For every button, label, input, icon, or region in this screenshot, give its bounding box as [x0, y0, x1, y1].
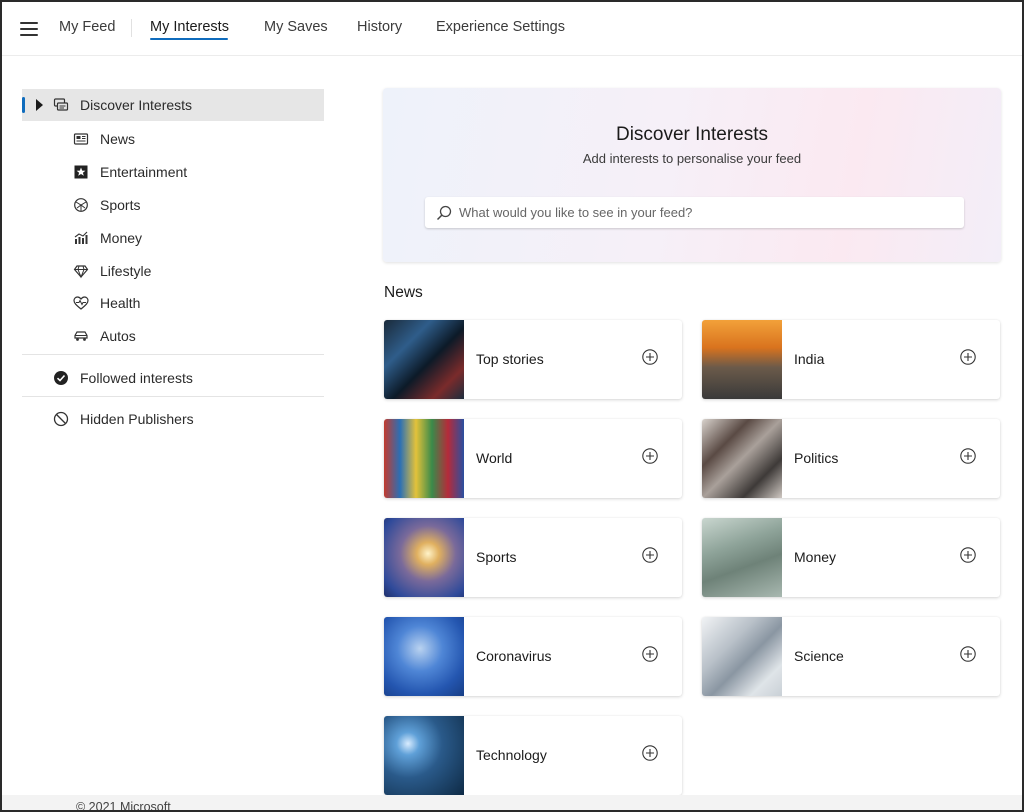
- interest-card-coronavirus[interactable]: Coronavirus: [384, 617, 682, 696]
- newspaper-icon: [73, 131, 89, 147]
- sidebar-item-label: Money: [100, 230, 143, 246]
- tab-experience-settings[interactable]: Experience Settings: [436, 19, 565, 35]
- interest-card-science[interactable]: Science: [702, 617, 1000, 696]
- add-circle-icon[interactable]: [641, 546, 659, 564]
- thumbnail-image: [702, 419, 782, 498]
- interest-card-politics[interactable]: Politics: [702, 419, 1000, 498]
- sidebar-item-followed-interests[interactable]: Followed interests: [22, 362, 324, 394]
- tab-history[interactable]: History: [357, 19, 402, 35]
- sidebar-item-label: News: [100, 131, 136, 147]
- interest-card-top-stories[interactable]: Top stories: [384, 320, 682, 399]
- add-circle-icon[interactable]: [959, 645, 977, 663]
- footer-copyright: © 2021 Microsoft: [76, 800, 171, 812]
- add-circle-icon[interactable]: [641, 348, 659, 366]
- interest-card-sports[interactable]: Sports: [384, 518, 682, 597]
- sidebar-item-label: Lifestyle: [100, 263, 152, 279]
- card-label: India: [794, 351, 825, 367]
- card-label: Money: [794, 549, 837, 565]
- sidebar-item-label: Followed interests: [80, 370, 193, 386]
- discover-hero-panel: Discover Interests Add interests to pers…: [383, 88, 1001, 262]
- diamond-icon: [73, 263, 89, 279]
- sidebar-item-label: Entertainment: [100, 164, 188, 180]
- section-heading-news: News: [384, 284, 423, 301]
- card-label: Coronavirus: [476, 648, 552, 664]
- add-circle-icon[interactable]: [641, 447, 659, 465]
- card-label: Sports: [476, 549, 517, 565]
- interest-card-technology[interactable]: Technology: [384, 716, 682, 795]
- tab-my-feed[interactable]: My Feed: [59, 19, 115, 35]
- active-tab-indicator: [150, 38, 228, 40]
- thumbnail-image: [702, 320, 782, 399]
- sidebar-item-sports[interactable]: Sports: [22, 189, 324, 221]
- sidebar-item-news[interactable]: News: [22, 123, 324, 155]
- thumbnail-image: [384, 320, 464, 399]
- hero-title: Discover Interests: [615, 124, 769, 145]
- add-circle-icon[interactable]: [959, 447, 977, 465]
- ball-icon: [73, 197, 89, 213]
- sidebar-item-label: Health: [100, 295, 141, 311]
- sidebar-item-hidden-publishers[interactable]: Hidden Publishers: [22, 403, 324, 435]
- tab-my-saves[interactable]: My Saves: [264, 19, 328, 35]
- tab-my-interests[interactable]: My Interests: [150, 19, 229, 35]
- card-label: Technology: [476, 747, 547, 763]
- card-label: Science: [794, 648, 844, 664]
- sidebar-item-label: Autos: [100, 328, 136, 344]
- interest-card-money[interactable]: Money: [702, 518, 1000, 597]
- heart-pulse-icon: [73, 295, 89, 311]
- sidebar-item-label: Discover Interests: [80, 97, 193, 113]
- sidebar-item-label: Sports: [100, 197, 141, 213]
- thumbnail-image: [384, 716, 464, 795]
- card-label: Politics: [794, 450, 839, 466]
- search-icon: [435, 204, 453, 222]
- checkmark-circle-icon: [53, 370, 69, 386]
- thumbnail-image: [384, 419, 464, 498]
- thumbnail-image: [384, 617, 464, 696]
- sidebar-item-money[interactable]: Money: [22, 222, 324, 254]
- add-circle-icon[interactable]: [959, 348, 977, 366]
- nav-separator: [131, 19, 132, 37]
- sidebar-item-entertainment[interactable]: Entertainment: [22, 156, 324, 188]
- interest-card-india[interactable]: India: [702, 320, 1000, 399]
- chart-icon: [73, 230, 89, 246]
- thumbnail-image: [384, 518, 464, 597]
- add-circle-icon[interactable]: [641, 744, 659, 762]
- expand-caret-icon[interactable]: [36, 99, 43, 111]
- search-input[interactable]: [459, 197, 954, 228]
- top-nav: My Feed My Interests My Saves History Ex…: [2, 2, 1022, 56]
- card-label: World: [476, 450, 513, 466]
- block-icon: [53, 411, 69, 427]
- hero-subtitle: Add interests to personalise your feed: [582, 151, 802, 166]
- thumbnail-image: [702, 617, 782, 696]
- sidebar-item-discover-interests[interactable]: Discover Interests: [22, 89, 324, 121]
- sidebar-item-label: Hidden Publishers: [80, 411, 194, 427]
- sidebar-divider: [22, 354, 324, 355]
- discover-interests-icon: [53, 97, 69, 113]
- card-label: Top stories: [476, 351, 544, 367]
- star-icon: [73, 164, 89, 180]
- add-circle-icon[interactable]: [641, 645, 659, 663]
- interest-card-world[interactable]: World: [384, 419, 682, 498]
- add-circle-icon[interactable]: [959, 546, 977, 564]
- car-icon: [73, 328, 89, 344]
- sidebar-item-lifestyle[interactable]: Lifestyle: [22, 255, 324, 287]
- sidebar-item-autos[interactable]: Autos: [22, 320, 324, 352]
- app-window: My Feed My Interests My Saves History Ex…: [0, 0, 1024, 812]
- thumbnail-image: [702, 518, 782, 597]
- sidebar-item-health[interactable]: Health: [22, 287, 324, 319]
- active-item-indicator: [22, 97, 25, 113]
- search-box[interactable]: [425, 197, 964, 228]
- hamburger-menu-icon[interactable]: [20, 22, 38, 36]
- sidebar-divider: [22, 396, 324, 397]
